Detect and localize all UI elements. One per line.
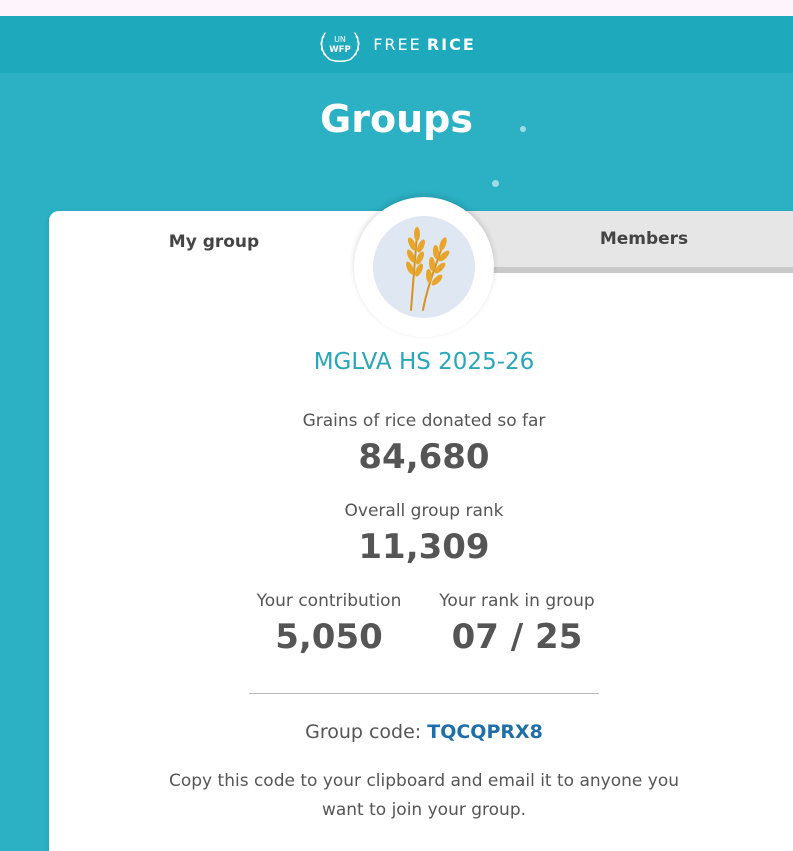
grains-donated-label: Grains of rice donated so far — [302, 411, 546, 431]
overall-rank-value: 11,309 — [358, 527, 490, 567]
un-wfp-laurel-icon: UN WFP — [320, 31, 360, 62]
logo-text-top: UN — [334, 35, 346, 44]
browser-top-strip — [0, 0, 793, 16]
group-avatar — [354, 197, 494, 337]
page-title: Groups — [320, 97, 473, 141]
your-contribution-value: 5,050 — [275, 617, 383, 657]
group-card: My group Members MGLVA HS 2025-26 Grains… — [49, 197, 793, 851]
group-avatar-circle — [373, 216, 475, 318]
brand-name-rice: RICE — [426, 35, 476, 54]
brand-logo-link[interactable]: UN WFP FREE RICE — [317, 25, 476, 65]
overall-rank-label: Overall group rank — [344, 501, 504, 521]
decorative-dot — [492, 180, 499, 187]
group-code-help-text: Copy this code to your clipboard and ema… — [169, 771, 679, 820]
group-name: MGLVA HS 2025-26 — [313, 349, 535, 375]
group-code-line: Group code: TQCQPRX8 — [49, 721, 793, 743]
logo-text-bottom: WFP — [329, 45, 350, 55]
tab-my-group[interactable]: My group — [49, 211, 379, 273]
decorative-dot — [520, 126, 526, 132]
group-code-label: Group code: — [305, 721, 422, 743]
grains-donated-value: 84,680 — [358, 437, 490, 477]
tab-members[interactable]: Members — [449, 211, 793, 273]
divider — [249, 693, 599, 694]
wheat-icon — [405, 227, 450, 311]
brand-name: FREE RICE — [373, 35, 476, 54]
rank-in-group-label: Your rank in group — [439, 591, 595, 611]
group-code-value[interactable]: TQCQPRX8 — [427, 721, 543, 743]
your-contribution-label: Your contribution — [256, 591, 402, 611]
brand-name-free: FREE — [373, 35, 422, 54]
brand-header: UN WFP FREE RICE — [0, 16, 793, 73]
rank-in-group-value: 07 / 25 — [451, 617, 583, 657]
